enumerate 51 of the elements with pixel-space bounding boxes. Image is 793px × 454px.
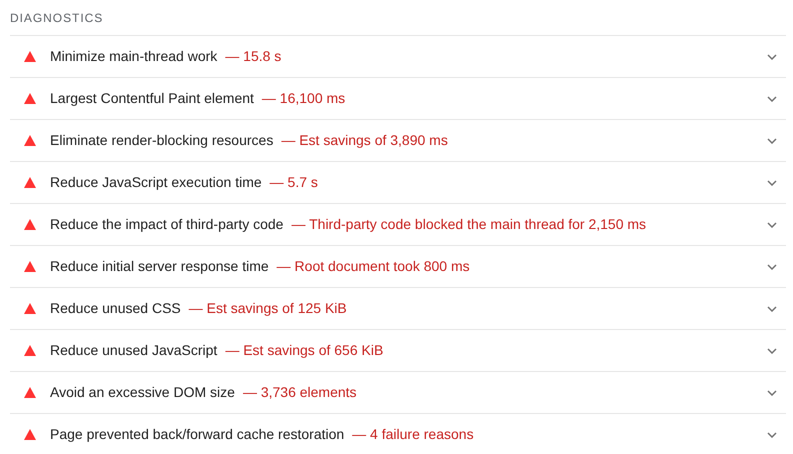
- audit-row[interactable]: Avoid an excessive DOM size — 3,736 elements: [10, 371, 786, 413]
- warning-triangle-icon: [24, 135, 36, 146]
- warning-triangle-icon: [24, 261, 36, 272]
- chevron-down-icon: [767, 54, 777, 60]
- audit-row[interactable]: Reduce unused JavaScript — Est savings of 656 KiB: [10, 329, 786, 371]
- warning-triangle-icon: [24, 219, 36, 230]
- audit-row[interactable]: Reduce the impact of third-party code — Third-party code blocked the main thread for 2,150 ms: [10, 203, 786, 245]
- warning-triangle-icon: [24, 303, 36, 314]
- audit-title: Minimize main-thread work: [50, 47, 218, 66]
- audit-title: Page prevented back/forward cache restoration: [50, 425, 344, 444]
- audit-value: — Est savings of 125 KiB: [188, 299, 347, 318]
- audit-title: Reduce unused CSS: [50, 299, 181, 318]
- audit-title: Reduce the impact of third-party code: [50, 215, 284, 234]
- audit-row[interactable]: Reduce JavaScript execution time — 5.7 s: [10, 161, 786, 203]
- chevron-down-icon: [767, 138, 777, 144]
- audit-title: Largest Contentful Paint element: [50, 89, 254, 108]
- audit-title: Eliminate render-blocking resources: [50, 131, 274, 150]
- audit-title: Reduce unused JavaScript: [50, 341, 218, 360]
- warning-triangle-icon: [24, 51, 36, 62]
- chevron-down-icon: [767, 96, 777, 102]
- audit-value: — Third-party code blocked the main thread for 2,150 ms: [291, 215, 646, 234]
- audit-value: — 15.8 s: [225, 47, 282, 66]
- audit-title: Reduce JavaScript execution time: [50, 173, 262, 192]
- audit-row[interactable]: Minimize main-thread work — 15.8 s: [10, 35, 786, 77]
- audit-value: — Est savings of 3,890 ms: [281, 131, 448, 150]
- warning-triangle-icon: [24, 387, 36, 398]
- audit-value: — Est savings of 656 KiB: [225, 341, 384, 360]
- chevron-down-icon: [767, 264, 777, 270]
- audit-row[interactable]: Eliminate render-blocking resources — Est savings of 3,890 ms: [10, 119, 786, 161]
- warning-triangle-icon: [24, 93, 36, 104]
- audit-row[interactable]: Page prevented back/forward cache restoration — 4 failure reasons: [10, 413, 786, 454]
- audit-title: Avoid an excessive DOM size: [50, 383, 235, 402]
- chevron-down-icon: [767, 222, 777, 228]
- warning-triangle-icon: [24, 177, 36, 188]
- audit-row[interactable]: Reduce initial server response time — Root document took 800 ms: [10, 245, 786, 287]
- audit-value: — 3,736 elements: [242, 383, 357, 402]
- audit-value: — 5.7 s: [270, 173, 318, 192]
- audit-row[interactable]: Reduce unused CSS — Est savings of 125 KiB: [10, 287, 786, 329]
- section-title: DIAGNOSTICS: [10, 10, 104, 27]
- chevron-down-icon: [767, 432, 777, 438]
- audit-value: — Root document took 800 ms: [276, 257, 470, 276]
- warning-triangle-icon: [24, 345, 36, 356]
- warning-triangle-icon: [24, 429, 36, 440]
- audit-value: — 16,100 ms: [262, 89, 346, 108]
- chevron-down-icon: [767, 306, 777, 312]
- chevron-down-icon: [767, 180, 777, 186]
- chevron-down-icon: [767, 348, 777, 354]
- audit-value: — 4 failure reasons: [352, 425, 474, 444]
- audit-row[interactable]: Largest Contentful Paint element — 16,100 ms: [10, 77, 786, 119]
- chevron-down-icon: [767, 390, 777, 396]
- audit-title: Reduce initial server response time: [50, 257, 269, 276]
